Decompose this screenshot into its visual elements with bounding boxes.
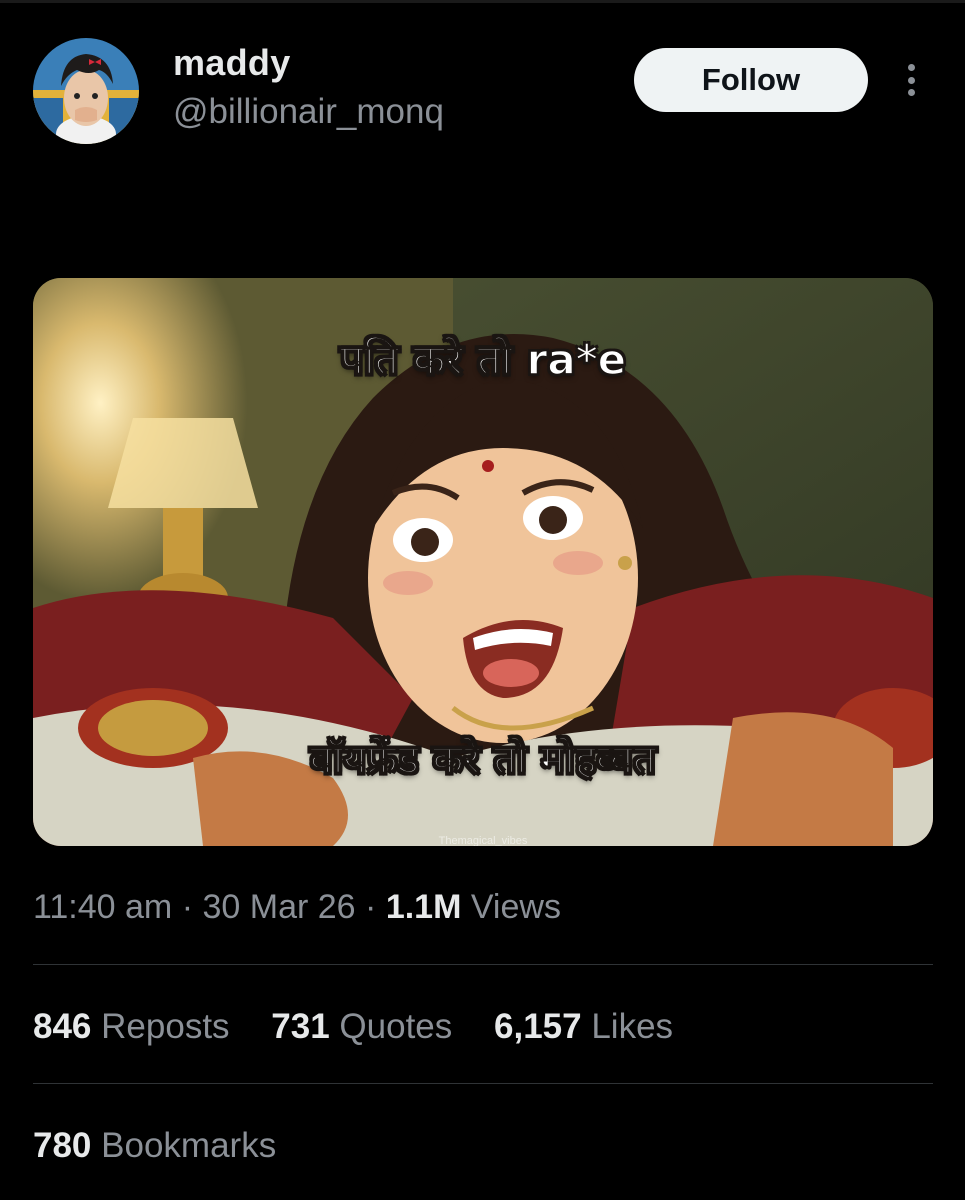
- reposts-stat[interactable]: 846 Reposts: [33, 1007, 230, 1047]
- likes-count: 6,157: [494, 1007, 582, 1046]
- post-date[interactable]: 30 Mar 26: [202, 888, 355, 926]
- quotes-count: 731: [271, 1007, 330, 1046]
- meme-caption-top: पति करे तो ra*e: [339, 334, 627, 385]
- post-meta: 11:40 am · 30 Mar 26 · 1.1M Views: [33, 888, 561, 927]
- dot: [907, 64, 915, 71]
- meta-separator: ·: [365, 888, 377, 926]
- post-image[interactable]: पति करे तो ra*e बॉयफ्रेंड करे तो मोहब्बत…: [33, 278, 933, 846]
- follow-button[interactable]: Follow: [634, 48, 868, 112]
- views-label: Views: [470, 888, 561, 926]
- post-time[interactable]: 11:40 am: [33, 888, 172, 926]
- quotes-label: Quotes: [339, 1007, 453, 1046]
- meme-caption-bottom: बॉयफ्रेंड करे तो मोहब्बत: [309, 736, 656, 784]
- user-handle[interactable]: @billionair_monq: [173, 92, 444, 132]
- engagement-stats: 846 Reposts 731 Quotes 6,157 Likes: [33, 1007, 705, 1047]
- top-border: [0, 0, 965, 3]
- dot: [907, 89, 915, 96]
- views-count: 1.1M: [385, 888, 462, 926]
- avatar[interactable]: [33, 38, 139, 144]
- quotes-stat[interactable]: 731 Quotes: [271, 1007, 452, 1047]
- likes-label: Likes: [591, 1007, 674, 1046]
- reposts-label: Reposts: [101, 1007, 230, 1046]
- divider: [33, 964, 933, 965]
- bookmarks-label: Bookmarks: [101, 1126, 277, 1165]
- display-name[interactable]: maddy: [173, 42, 291, 84]
- image-watermark: Themagical_vibes: [438, 835, 528, 846]
- meta-separator: ·: [181, 888, 194, 926]
- bookmarks-stat[interactable]: 780 Bookmarks: [33, 1126, 276, 1166]
- divider: [33, 1083, 933, 1084]
- avatar-image: [33, 38, 139, 144]
- more-options-icon[interactable]: [896, 60, 926, 100]
- dot: [907, 76, 915, 84]
- likes-stat[interactable]: 6,157 Likes: [494, 1007, 673, 1047]
- reposts-count: 846: [33, 1007, 92, 1046]
- bookmarks-count: 780: [33, 1126, 92, 1165]
